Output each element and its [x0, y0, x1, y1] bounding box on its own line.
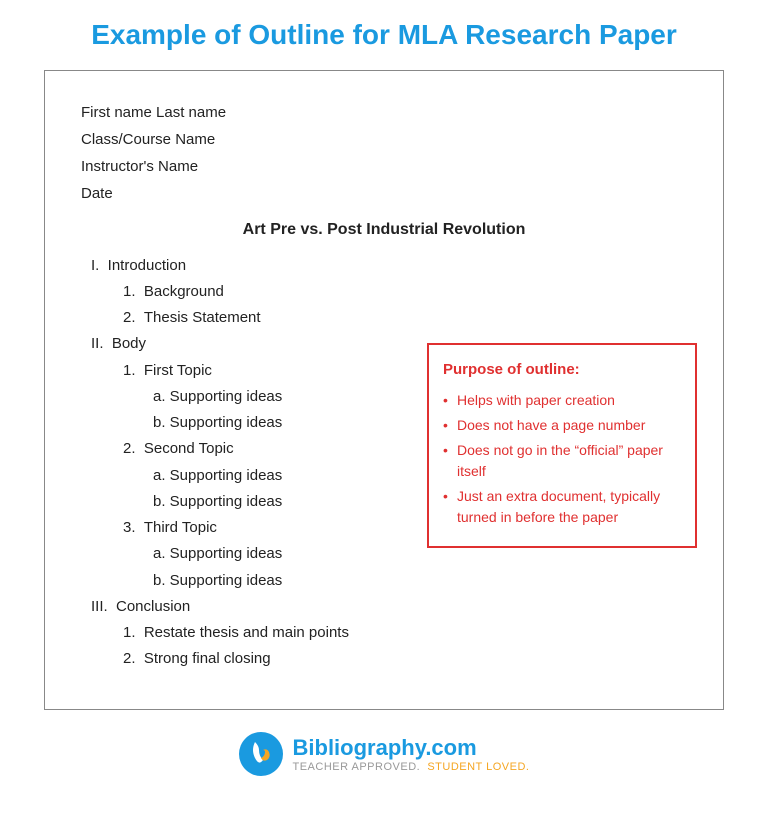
purpose-item-4: Just an extra document, typically turned…	[443, 486, 681, 528]
paper-title: Art Pre vs. Post Industrial Revolution	[81, 221, 687, 239]
section-1-label: I.	[91, 257, 108, 274]
section-3-item-1: 1. Restate thesis and main points	[123, 620, 687, 646]
section-3: III. Conclusion	[91, 594, 687, 620]
footer-tagline: TEACHER APPROVED. STUDENT LOVED.	[293, 761, 530, 773]
paper-header: First name Last name Class/Course Name I…	[81, 99, 687, 207]
purpose-box-title: Purpose of outline:	[443, 357, 681, 383]
header-line3: Instructor's Name	[81, 153, 687, 180]
section-1-item-1: 1. Background	[123, 279, 687, 305]
header-line4: Date	[81, 180, 687, 207]
purpose-list: Helps with paper creation Does not have …	[443, 390, 681, 528]
header-line2: Class/Course Name	[81, 126, 687, 153]
purpose-item-1: Helps with paper creation	[443, 390, 681, 411]
bibliography-logo-icon	[239, 732, 283, 776]
header-line1: First name Last name	[81, 99, 687, 126]
footer-brand: Bibliography.com	[293, 735, 530, 761]
tagline-part2: STUDENT LOVED.	[427, 761, 529, 773]
section-3-item-2: 2. Strong final closing	[123, 646, 687, 672]
paper-container: First name Last name Class/Course Name I…	[44, 70, 724, 710]
outline-body: I. Introduction 1. Background 2. Thesis …	[81, 253, 687, 673]
section-1-item-2: 2. Thesis Statement	[123, 305, 687, 331]
footer: Bibliography.com TEACHER APPROVED. STUDE…	[239, 732, 530, 776]
footer-text: Bibliography.com TEACHER APPROVED. STUDE…	[293, 735, 530, 773]
section-1-title: Introduction	[108, 257, 186, 274]
purpose-box: Purpose of outline: Helps with paper cre…	[427, 343, 697, 548]
tagline-part1: TEACHER APPROVED.	[293, 761, 421, 773]
purpose-item-3: Does not go in the “official” paper itse…	[443, 440, 681, 482]
topic-3-sub-b: b. Supporting ideas	[153, 568, 687, 594]
section-1: I. Introduction	[91, 253, 687, 279]
purpose-item-2: Does not have a page number	[443, 415, 681, 436]
page-title: Example of Outline for MLA Research Pape…	[91, 18, 677, 52]
